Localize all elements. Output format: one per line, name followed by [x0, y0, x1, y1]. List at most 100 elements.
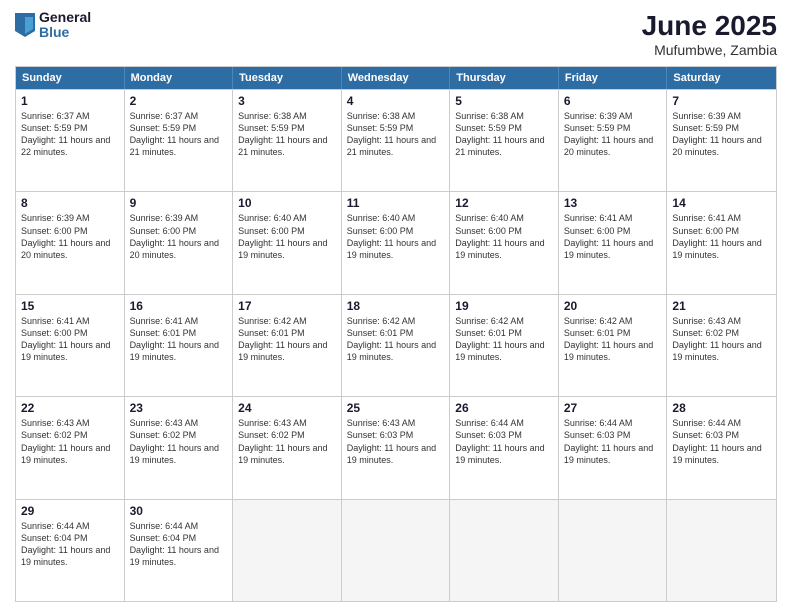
day-info: Sunrise: 6:41 AM Sunset: 6:00 PM Dayligh… [21, 315, 119, 364]
day-number: 18 [347, 299, 445, 313]
empty-cell [559, 500, 668, 601]
day-number: 5 [455, 94, 553, 108]
day-cell-2: 2 Sunrise: 6:37 AM Sunset: 5:59 PM Daylig… [125, 90, 234, 191]
day-number: 28 [672, 401, 771, 415]
day-cell-6: 6 Sunrise: 6:39 AM Sunset: 5:59 PM Daylig… [559, 90, 668, 191]
day-info: Sunrise: 6:39 AM Sunset: 6:00 PM Dayligh… [130, 212, 228, 261]
day-cell-13: 13 Sunrise: 6:41 AM Sunset: 6:00 PM Dayli… [559, 192, 668, 293]
weekday-header-friday: Friday [559, 67, 668, 89]
empty-cell [342, 500, 451, 601]
day-number: 19 [455, 299, 553, 313]
day-number: 3 [238, 94, 336, 108]
day-cell-30: 30 Sunrise: 6:44 AM Sunset: 6:04 PM Dayli… [125, 500, 234, 601]
empty-cell [667, 500, 776, 601]
calendar-row-3: 15 Sunrise: 6:41 AM Sunset: 6:00 PM Dayli… [16, 294, 776, 396]
day-info: Sunrise: 6:39 AM Sunset: 5:59 PM Dayligh… [564, 110, 662, 159]
logo-general-text: General [39, 10, 91, 25]
logo: General Blue [15, 10, 91, 41]
day-info: Sunrise: 6:41 AM Sunset: 6:00 PM Dayligh… [672, 212, 771, 261]
day-number: 27 [564, 401, 662, 415]
day-cell-1: 1Sunrise: 6:37 AM Sunset: 5:59 PM Daylig… [16, 90, 125, 191]
day-cell-11: 11 Sunrise: 6:40 AM Sunset: 6:00 PM Dayli… [342, 192, 451, 293]
empty-cell [233, 500, 342, 601]
day-number: 8 [21, 196, 119, 210]
day-info: Sunrise: 6:40 AM Sunset: 6:00 PM Dayligh… [455, 212, 553, 261]
page: General Blue June 2025 Mufumbwe, Zambia … [0, 0, 792, 612]
location: Mufumbwe, Zambia [642, 42, 777, 58]
day-cell-21: 21Sunrise: 6:43 AM Sunset: 6:02 PM Dayli… [667, 295, 776, 396]
day-cell-10: 10 Sunrise: 6:40 AM Sunset: 6:00 PM Dayli… [233, 192, 342, 293]
day-info: Sunrise: 6:44 AM Sunset: 6:03 PM Dayligh… [455, 417, 553, 466]
day-number: 23 [130, 401, 228, 415]
empty-cell [450, 500, 559, 601]
day-info: Sunrise: 6:43 AM Sunset: 6:03 PM Dayligh… [347, 417, 445, 466]
weekday-header-sunday: Sunday [16, 67, 125, 89]
day-number: 4 [347, 94, 445, 108]
month-title: June 2025 [642, 10, 777, 42]
day-number: 21 [672, 299, 771, 313]
day-cell-16: 16 Sunrise: 6:41 AM Sunset: 6:01 PM Dayli… [125, 295, 234, 396]
day-info: Sunrise: 6:44 AM Sunset: 6:04 PM Dayligh… [130, 520, 228, 569]
logo-icon [15, 13, 35, 37]
day-info: Sunrise: 6:41 AM Sunset: 6:00 PM Dayligh… [564, 212, 662, 261]
day-number: 2 [130, 94, 228, 108]
weekday-header-wednesday: Wednesday [342, 67, 451, 89]
calendar-row-2: 8 Sunrise: 6:39 AM Sunset: 6:00 PM Daylig… [16, 191, 776, 293]
day-cell-22: 22Sunrise: 6:43 AM Sunset: 6:02 PM Dayli… [16, 397, 125, 498]
day-number: 29 [21, 504, 119, 518]
day-info: Sunrise: 6:39 AM Sunset: 5:59 PM Dayligh… [672, 110, 771, 159]
day-cell-3: 3 Sunrise: 6:38 AM Sunset: 5:59 PM Daylig… [233, 90, 342, 191]
day-info: Sunrise: 6:40 AM Sunset: 6:00 PM Dayligh… [238, 212, 336, 261]
day-cell-29: 29 Sunrise: 6:44 AM Sunset: 6:04 PM Dayli… [16, 500, 125, 601]
calendar-row-1: 1Sunrise: 6:37 AM Sunset: 5:59 PM Daylig… [16, 89, 776, 191]
day-cell-26: 26 Sunrise: 6:44 AM Sunset: 6:03 PM Dayli… [450, 397, 559, 498]
day-cell-19: 19Sunrise: 6:42 AM Sunset: 6:01 PM Dayli… [450, 295, 559, 396]
day-number: 6 [564, 94, 662, 108]
day-number: 17 [238, 299, 336, 313]
day-cell-28: 28 Sunrise: 6:44 AM Sunset: 6:03 PM Dayli… [667, 397, 776, 498]
day-number: 16 [130, 299, 228, 313]
logo-blue-text: Blue [39, 25, 91, 40]
logo-text: General Blue [39, 10, 91, 41]
day-info: Sunrise: 6:38 AM Sunset: 5:59 PM Dayligh… [347, 110, 445, 159]
day-info: Sunrise: 6:42 AM Sunset: 6:01 PM Dayligh… [347, 315, 445, 364]
day-number: 9 [130, 196, 228, 210]
day-number: 15 [21, 299, 119, 313]
day-cell-23: 23 Sunrise: 6:43 AM Sunset: 6:02 PM Dayli… [125, 397, 234, 498]
day-info: Sunrise: 6:37 AM Sunset: 5:59 PM Dayligh… [130, 110, 228, 159]
day-cell-18: 18 Sunrise: 6:42 AM Sunset: 6:01 PM Dayli… [342, 295, 451, 396]
day-cell-17: 17Sunrise: 6:42 AM Sunset: 6:01 PM Dayli… [233, 295, 342, 396]
title-block: June 2025 Mufumbwe, Zambia [642, 10, 777, 58]
day-cell-4: 4 Sunrise: 6:38 AM Sunset: 5:59 PM Daylig… [342, 90, 451, 191]
day-info: Sunrise: 6:37 AM Sunset: 5:59 PM Dayligh… [21, 110, 119, 159]
day-info: Sunrise: 6:44 AM Sunset: 6:04 PM Dayligh… [21, 520, 119, 569]
weekday-header-monday: Monday [125, 67, 234, 89]
day-info: Sunrise: 6:43 AM Sunset: 6:02 PM Dayligh… [130, 417, 228, 466]
day-info: Sunrise: 6:38 AM Sunset: 5:59 PM Dayligh… [238, 110, 336, 159]
day-number: 7 [672, 94, 771, 108]
calendar-row-4: 22Sunrise: 6:43 AM Sunset: 6:02 PM Dayli… [16, 396, 776, 498]
day-info: Sunrise: 6:40 AM Sunset: 6:00 PM Dayligh… [347, 212, 445, 261]
day-info: Sunrise: 6:44 AM Sunset: 6:03 PM Dayligh… [564, 417, 662, 466]
day-number: 10 [238, 196, 336, 210]
day-number: 14 [672, 196, 771, 210]
day-number: 25 [347, 401, 445, 415]
day-cell-27: 27 Sunrise: 6:44 AM Sunset: 6:03 PM Dayli… [559, 397, 668, 498]
day-info: Sunrise: 6:38 AM Sunset: 5:59 PM Dayligh… [455, 110, 553, 159]
day-info: Sunrise: 6:44 AM Sunset: 6:03 PM Dayligh… [672, 417, 771, 466]
day-number: 12 [455, 196, 553, 210]
day-info: Sunrise: 6:42 AM Sunset: 6:01 PM Dayligh… [564, 315, 662, 364]
day-info: Sunrise: 6:41 AM Sunset: 6:01 PM Dayligh… [130, 315, 228, 364]
day-number: 30 [130, 504, 228, 518]
day-number: 13 [564, 196, 662, 210]
day-number: 11 [347, 196, 445, 210]
day-cell-14: 14 Sunrise: 6:41 AM Sunset: 6:00 PM Dayli… [667, 192, 776, 293]
calendar: SundayMondayTuesdayWednesdayThursdayFrid… [15, 66, 777, 602]
day-cell-12: 12 Sunrise: 6:40 AM Sunset: 6:00 PM Dayli… [450, 192, 559, 293]
day-info: Sunrise: 6:43 AM Sunset: 6:02 PM Dayligh… [238, 417, 336, 466]
day-cell-7: 7 Sunrise: 6:39 AM Sunset: 5:59 PM Daylig… [667, 90, 776, 191]
day-number: 26 [455, 401, 553, 415]
day-cell-15: 15 Sunrise: 6:41 AM Sunset: 6:00 PM Dayli… [16, 295, 125, 396]
calendar-row-5: 29 Sunrise: 6:44 AM Sunset: 6:04 PM Dayli… [16, 499, 776, 601]
weekday-header-thursday: Thursday [450, 67, 559, 89]
